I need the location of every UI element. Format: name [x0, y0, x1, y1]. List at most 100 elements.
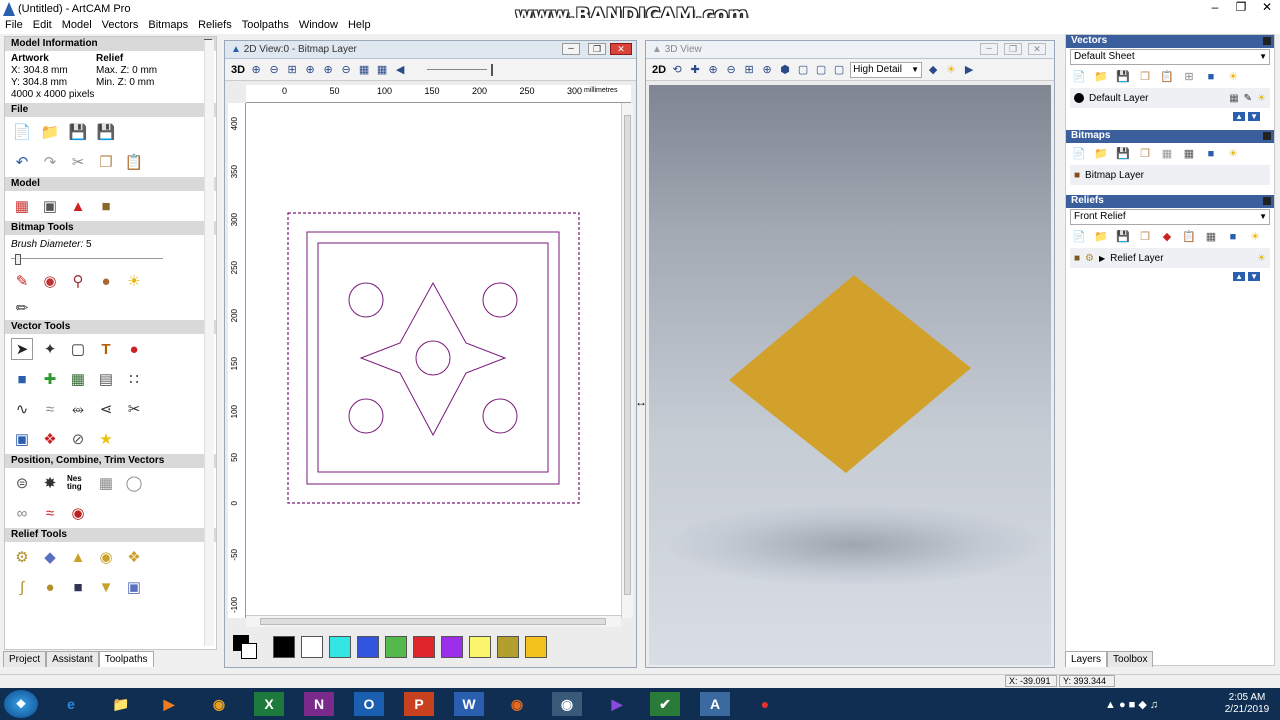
bevel-icon[interactable]: ▣: [123, 576, 145, 598]
paint-icon[interactable]: ✎: [11, 270, 33, 292]
nesting-icon[interactable]: Nes ting: [67, 472, 89, 494]
palette-swatch[interactable]: [273, 636, 295, 658]
offset-icon[interactable]: ✚: [39, 368, 61, 390]
transform-icon[interactable]: ✦: [39, 338, 61, 360]
menu-help[interactable]: Help: [343, 18, 376, 34]
save-icon[interactable]: 💾: [1116, 147, 1130, 161]
palette-swatch[interactable]: [385, 636, 407, 658]
expand-arrow-icon[interactable]: ▶: [1099, 254, 1105, 263]
node-editing-icon[interactable]: ∷: [123, 368, 145, 390]
outer-border-vector[interactable]: [306, 231, 560, 485]
left-panel-scrollbar[interactable]: [204, 40, 214, 646]
zoom-fit-icon[interactable]: ⊕: [760, 63, 774, 77]
vector-layer-row[interactable]: Default Layer ▦ ✎ ☀: [1070, 88, 1270, 108]
menu-window[interactable]: Window: [294, 18, 343, 34]
palette-swatch[interactable]: [441, 636, 463, 658]
palette-swatch[interactable]: [469, 636, 491, 658]
join-icon[interactable]: ⊘: [67, 428, 89, 450]
copy-bitmap-icon[interactable]: ❐: [1138, 147, 1152, 161]
artcam-taskbar-icon[interactable]: A: [700, 692, 730, 716]
menu-edit[interactable]: Edit: [28, 18, 57, 34]
palette-swatch[interactable]: [525, 636, 547, 658]
circle-center-vector[interactable]: [415, 340, 451, 376]
menu-bitmaps[interactable]: Bitmaps: [143, 18, 193, 34]
new-file-icon[interactable]: 📄: [11, 121, 33, 143]
menu-reliefs[interactable]: Reliefs: [193, 18, 237, 34]
texture-icon[interactable]: ●: [39, 576, 61, 598]
combine-icon[interactable]: ◯: [123, 472, 145, 494]
palette-swatch[interactable]: [329, 636, 351, 658]
bezier-icon[interactable]: ⥈: [67, 398, 89, 420]
save-icon[interactable]: 💾: [67, 121, 89, 143]
shape-editor-icon[interactable]: ⚙: [11, 546, 33, 568]
new-layer-icon[interactable]: 📄: [1072, 70, 1086, 84]
side-view-icon[interactable]: ▢: [832, 63, 846, 77]
menu-toolpaths[interactable]: Toolpaths: [237, 18, 294, 34]
front-view-icon[interactable]: ▢: [814, 63, 828, 77]
view-3d-maximize[interactable]: ❐: [1004, 43, 1022, 55]
zoom-in-icon[interactable]: ⊕: [706, 63, 720, 77]
vertical-scrollbar[interactable]: [621, 103, 633, 618]
relief-merge-icon[interactable]: ⚙: [1085, 253, 1094, 264]
relief-layer-light-icon[interactable]: ☀: [1257, 253, 1266, 264]
view-3d-minimize[interactable]: –: [980, 43, 998, 55]
clock[interactable]: 2:05 AM 2/21/2019: [1220, 692, 1274, 716]
relief-visibility-icon[interactable]: ☀: [1248, 230, 1262, 244]
maximize-button[interactable]: ❐: [1228, 0, 1254, 16]
model-shade-icon[interactable]: ▣: [39, 195, 61, 217]
palette-swatch[interactable]: [301, 636, 323, 658]
flood-fill-icon[interactable]: ◉: [39, 270, 61, 292]
combine-relief-icon[interactable]: ◆: [1160, 230, 1174, 244]
horizontal-scrollbar[interactable]: [246, 615, 621, 627]
close-button[interactable]: ✕: [1254, 0, 1280, 16]
pin-icon[interactable]: [1263, 197, 1271, 205]
firefox-icon[interactable]: ◉: [502, 692, 532, 716]
link-icon[interactable]: ∞: [11, 502, 33, 524]
view-3d-canvas[interactable]: [649, 85, 1051, 665]
circle-top-left-vector[interactable]: [348, 282, 384, 318]
trim-icon[interactable]: ✂: [123, 398, 145, 420]
zoom-box-icon[interactable]: ⊞: [742, 63, 756, 77]
circle-bottom-left-vector[interactable]: [348, 398, 384, 434]
onenote-icon[interactable]: N: [304, 692, 334, 716]
blend-slider[interactable]: [427, 69, 488, 70]
save-icon[interactable]: 💾: [1116, 70, 1130, 84]
chrome-icon[interactable]: ◉: [204, 692, 234, 716]
tray-icons[interactable]: ▲ ● ■ ◆ ♫: [1105, 698, 1158, 711]
material-icon[interactable]: ▶: [962, 63, 976, 77]
palette-swatch[interactable]: [413, 636, 435, 658]
polyline-icon[interactable]: ≈: [39, 398, 61, 420]
align-vectors-icon[interactable]: ▤: [95, 368, 117, 390]
taskbar-app-2-icon[interactable]: ✔: [650, 692, 680, 716]
layer-visibility-icon[interactable]: ☀: [1226, 70, 1240, 84]
draw-line-icon[interactable]: ✏: [11, 297, 33, 319]
wrap-text-icon[interactable]: ▣: [11, 428, 33, 450]
tab-layers[interactable]: Layers: [1065, 651, 1108, 667]
new-bitmap-icon[interactable]: 📄: [1072, 147, 1086, 161]
zoom-box-icon[interactable]: ⊞: [285, 63, 299, 77]
menu-vectors[interactable]: Vectors: [97, 18, 144, 34]
menu-model[interactable]: Model: [57, 18, 97, 34]
top-view-icon[interactable]: ▢: [796, 63, 810, 77]
mirror-icon[interactable]: ❖: [39, 428, 61, 450]
open-icon[interactable]: 📁: [1094, 147, 1108, 161]
bandicam-taskbar-icon[interactable]: ●: [750, 692, 780, 716]
switch-2d-button[interactable]: 2D: [652, 64, 666, 76]
redo-icon[interactable]: ↷: [39, 151, 61, 173]
bitmap-visibility-icon[interactable]: ☀: [1226, 147, 1240, 161]
switch-3d-button[interactable]: 3D: [231, 64, 245, 76]
pipette-icon[interactable]: ⚲: [67, 270, 89, 292]
light-icon[interactable]: ☀: [944, 63, 958, 77]
pin-icon[interactable]: [1263, 37, 1271, 45]
position-icon[interactable]: ⊜: [11, 472, 33, 494]
star-icon[interactable]: ★: [95, 428, 117, 450]
minimize-button[interactable]: –: [1202, 0, 1228, 16]
zoom-fit-icon[interactable]: ⊕: [303, 63, 317, 77]
render-quality-select[interactable]: High Detail ▼: [850, 61, 923, 78]
palette-swatch[interactable]: [357, 636, 379, 658]
copy-layer-icon[interactable]: ❐: [1138, 70, 1152, 84]
smooth-relief-icon[interactable]: ∫: [11, 576, 33, 598]
zoom-previous-icon[interactable]: ⊖: [339, 63, 353, 77]
view-2d-maximize[interactable]: ❐: [588, 43, 606, 55]
vector-doctor-icon[interactable]: ▦: [67, 368, 89, 390]
